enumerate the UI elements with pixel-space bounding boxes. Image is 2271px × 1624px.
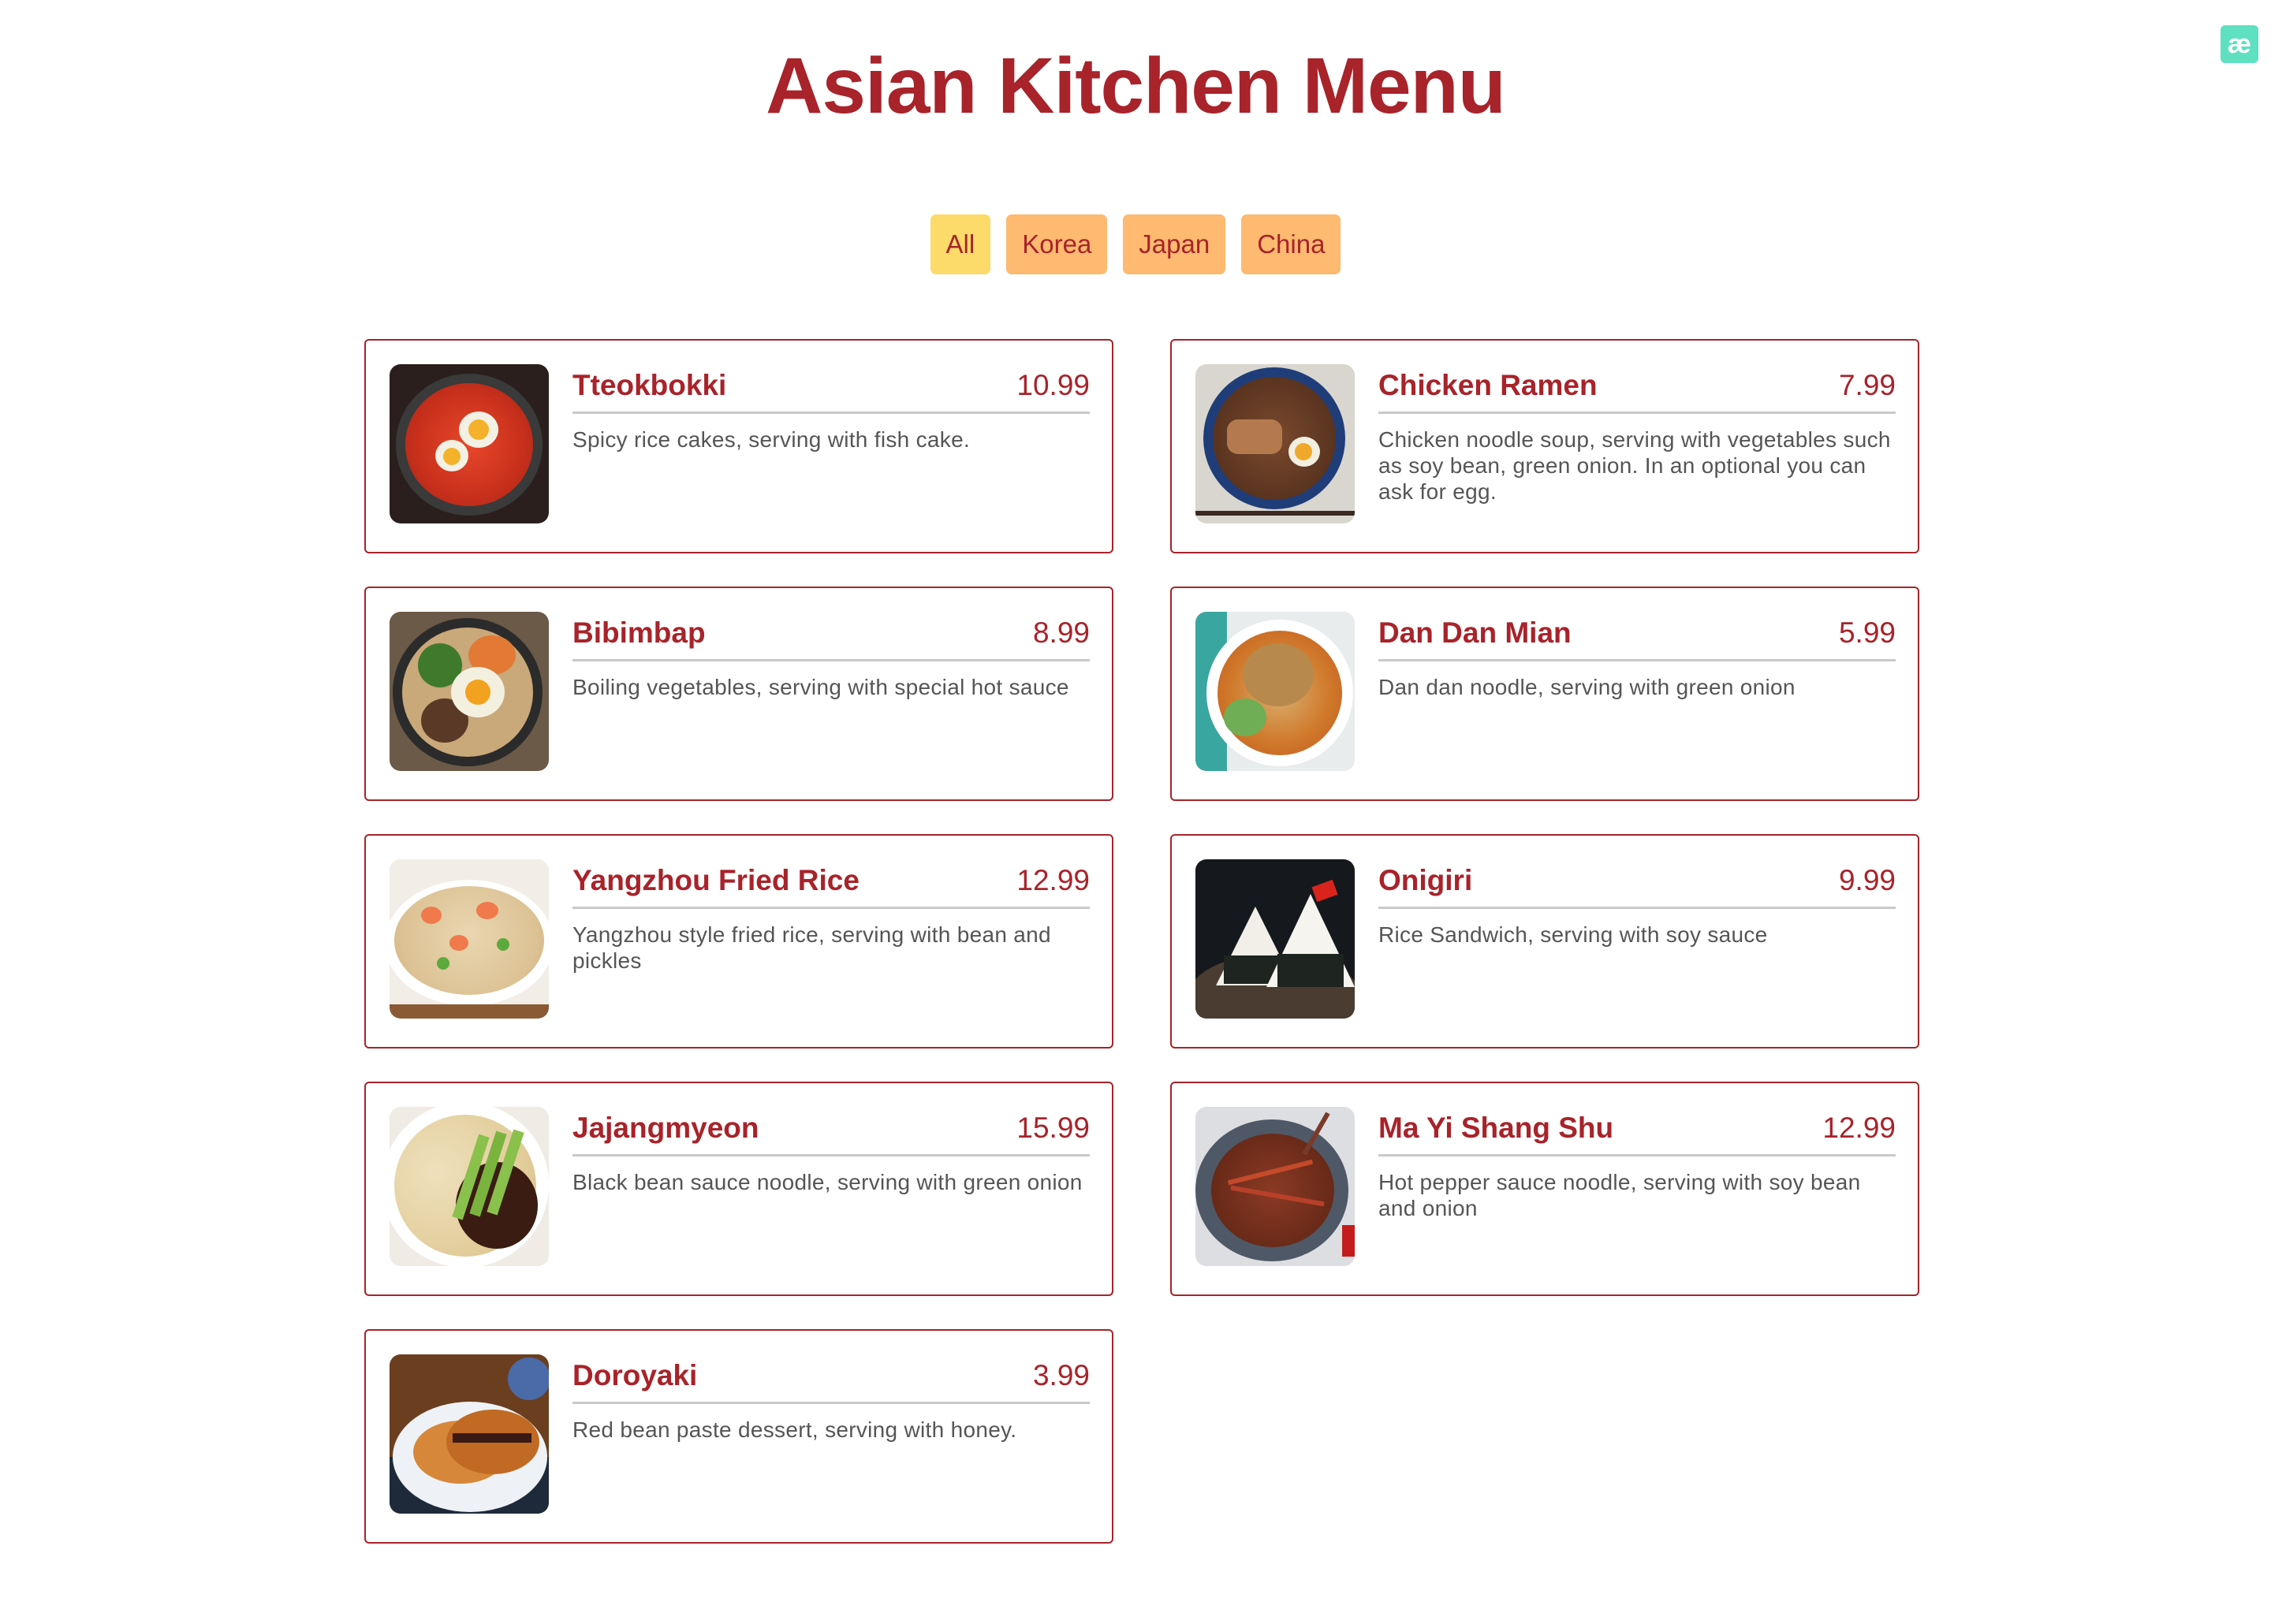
menu-item-card[interactable]: Bibimbap 8.99 Boiling vegetables, servin… xyxy=(364,587,1113,801)
menu-item-price: 3.99 xyxy=(1032,1359,1090,1391)
menu-item-card[interactable]: Onigiri 9.99 Rice Sandwich, serving with… xyxy=(1170,834,1919,1049)
menu-item-name: Tteokbokki xyxy=(572,369,727,401)
menu-item-name: Onigiri xyxy=(1378,864,1473,896)
menu-page: æ Asian Kitchen Menu All Korea Japan Chi… xyxy=(0,0,2271,1624)
jajangmyeon-photo xyxy=(390,1107,549,1266)
menu-item-card[interactable]: Doroyaki 3.99 Red bean paste dessert, se… xyxy=(364,1329,1113,1544)
bibimbap-photo xyxy=(390,612,549,771)
menu-item-card[interactable]: Dan Dan Mian 5.99 Dan dan noodle, servin… xyxy=(1170,587,1919,801)
onigiri-photo xyxy=(1195,859,1355,1019)
filter-all-button[interactable]: All xyxy=(930,214,991,274)
menu-item-name: Ma Yi Shang Shu xyxy=(1378,1112,1614,1144)
menu-item-description: Rice Sandwich, serving with soy sauce xyxy=(1378,922,1768,947)
menu-item-description: Hot pepper sauce noodle, serving with so… xyxy=(1378,1170,1861,1220)
filter-china-button[interactable]: China xyxy=(1241,214,1341,274)
menu-item-name: Bibimbap xyxy=(572,616,706,649)
tteokbokki-photo xyxy=(390,364,549,523)
doroyaki-photo xyxy=(390,1354,549,1514)
menu-item-price: 12.99 xyxy=(1822,1112,1896,1144)
menu-item-price: 8.99 xyxy=(1032,616,1090,649)
menu-item-description: Red bean paste dessert, serving with hon… xyxy=(572,1417,1017,1442)
dan-dan-mian-photo xyxy=(1195,612,1355,771)
filter-japan-button[interactable]: Japan xyxy=(1123,214,1226,274)
menu-item-price: 10.99 xyxy=(1016,369,1090,401)
ma-yi-shang-shu-photo xyxy=(1195,1107,1355,1266)
page-title: Asian Kitchen Menu xyxy=(766,42,1506,130)
menu-item-description: Yangzhou style fried rice, serving with … xyxy=(572,922,1051,973)
menu-item-description: Boiling vegetables, serving with special… xyxy=(572,675,1069,699)
country-filter-bar: All Korea Japan China xyxy=(0,214,2271,274)
filter-korea-button[interactable]: Korea xyxy=(1006,214,1108,274)
menu-item-price: 15.99 xyxy=(1016,1112,1090,1144)
menu-item-description: Chicken noodle soup, serving with vegeta… xyxy=(1378,427,1891,504)
menu-item-card[interactable]: Jajangmyeon 15.99 Black bean sauce noodl… xyxy=(364,1082,1113,1296)
menu-item-price: 7.99 xyxy=(1838,369,1896,401)
menu-item-description: Black bean sauce noodle, serving with gr… xyxy=(572,1170,1083,1194)
menu-item-price: 12.99 xyxy=(1016,864,1090,896)
menu-item-card[interactable]: Tteokbokki 10.99 Spicy rice cakes, servi… xyxy=(364,339,1113,553)
menu-item-name: Doroyaki xyxy=(572,1359,698,1391)
menu-item-card[interactable]: Chicken Ramen 7.99 Chicken noodle soup, … xyxy=(1170,339,1919,553)
menu-grid: Tteokbokki 10.99 Spicy rice cakes, servi… xyxy=(364,339,1919,1544)
menu-item-price: 5.99 xyxy=(1838,616,1896,649)
chicken-ramen-photo xyxy=(1195,364,1355,523)
menu-item-description: Dan dan noodle, serving with green onion xyxy=(1378,675,1796,699)
menu-item-name: Dan Dan Mian xyxy=(1378,616,1572,649)
menu-item-description: Spicy rice cakes, serving with fish cake… xyxy=(572,427,971,452)
yangzhou-fried-rice-photo xyxy=(390,859,549,1019)
menu-item-price: 9.99 xyxy=(1838,864,1896,896)
menu-item-name: Jajangmyeon xyxy=(572,1112,759,1144)
menu-item-name: Chicken Ramen xyxy=(1378,369,1598,401)
menu-item-name: Yangzhou Fried Rice xyxy=(572,864,860,896)
menu-item-card[interactable]: Ma Yi Shang Shu 12.99 Hot pepper sauce n… xyxy=(1170,1082,1919,1296)
menu-item-card[interactable]: Yangzhou Fried Rice 12.99 Yangzhou style… xyxy=(364,834,1113,1049)
